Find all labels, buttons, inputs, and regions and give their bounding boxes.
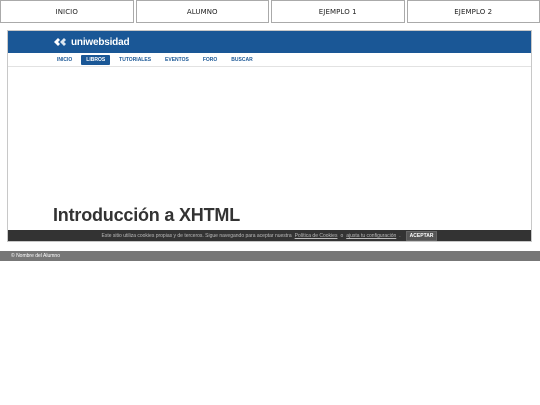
footer-text: © Nombre del Alumno — [11, 253, 60, 259]
tab-alumno[interactable]: ALUMNO — [135, 0, 269, 23]
menu-item-eventos[interactable]: EVENTOS — [160, 55, 194, 65]
site-header: uniwebsidad — [8, 31, 531, 53]
menu-item-inicio[interactable]: INICIO — [52, 55, 77, 65]
double-chevron-logo-icon — [54, 38, 66, 46]
tab-ejemplo-2[interactable]: EJEMPLO 2 — [406, 0, 540, 23]
cookie-end-text: . — [399, 233, 401, 239]
cookie-text: Este sitio utiliza cookies propias y de … — [101, 233, 292, 239]
page-title: Introducción a XHTML — [53, 205, 240, 225]
cookie-policy-link[interactable]: Política de Cookies — [295, 233, 338, 239]
cookie-or-text: o — [340, 233, 344, 239]
menu-item-foro[interactable]: FORO — [198, 55, 222, 65]
tab-ejemplo-1[interactable]: EJEMPLO 1 — [271, 0, 405, 23]
logo-text: uniwebsidad — [71, 36, 130, 48]
footer: © Nombre del Alumno — [0, 251, 540, 261]
cookie-banner: Este sitio utiliza cookies propias y de … — [8, 230, 531, 241]
menu-item-buscar[interactable]: BUSCAR — [226, 55, 257, 65]
top-navigation: INICIO ALUMNO EJEMPLO 1 EJEMPLO 2 — [0, 0, 540, 24]
accept-cookies-button[interactable]: ACEPTAR — [405, 231, 438, 241]
menu-item-libros[interactable]: LIBROS — [81, 54, 111, 65]
site-logo[interactable]: uniwebsidad — [53, 35, 130, 49]
site-menu: INICIO LIBROS TUTORIALES EVENTOS FORO BU… — [8, 53, 531, 67]
cookie-config-link[interactable]: ajusta tu configuración — [346, 233, 396, 239]
embedded-page-frame: uniwebsidad INICIO LIBROS TUTORIALES EVE… — [7, 30, 532, 242]
menu-item-tutoriales[interactable]: TUTORIALES — [114, 55, 156, 65]
tab-inicio[interactable]: INICIO — [0, 0, 134, 23]
